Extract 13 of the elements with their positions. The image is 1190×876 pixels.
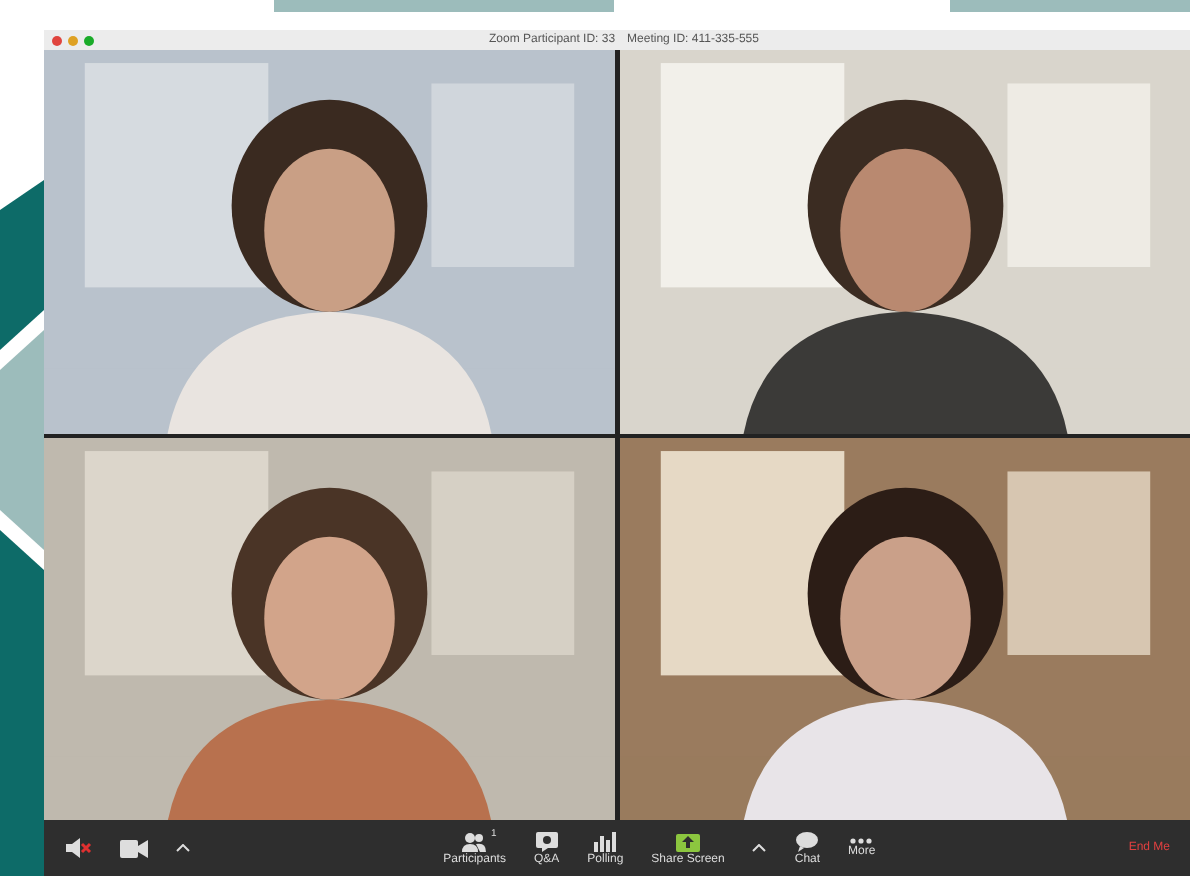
close-button[interactable] xyxy=(52,35,62,45)
maximize-button[interactable] xyxy=(84,35,94,45)
share-screen-icon xyxy=(676,831,700,851)
bar-chart-icon xyxy=(594,831,617,851)
muted-speaker-button[interactable] xyxy=(64,838,92,858)
people-icon xyxy=(462,831,487,851)
video-camera-icon xyxy=(120,839,148,857)
more-icon xyxy=(850,838,873,844)
caret-icon xyxy=(176,844,190,852)
minimize-button[interactable] xyxy=(68,35,78,45)
caret-icon xyxy=(752,844,767,852)
speech-box-icon xyxy=(535,831,558,851)
chat-bubble-icon xyxy=(796,831,819,851)
